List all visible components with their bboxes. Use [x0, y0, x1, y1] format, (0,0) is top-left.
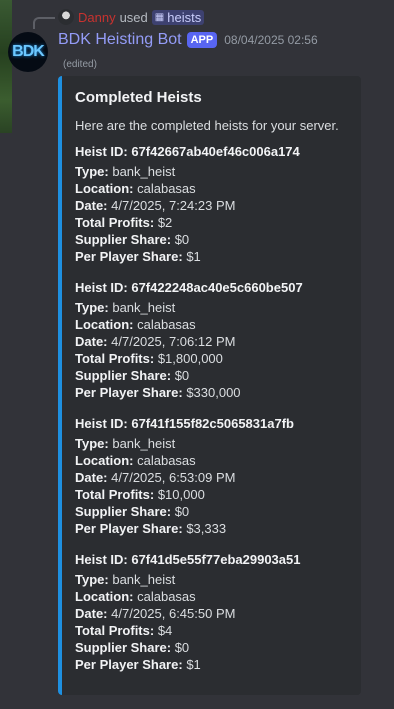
supplier-value: $0	[174, 232, 190, 247]
heist-date: Date: 4/7/2025, 7:24:23 PM	[75, 197, 300, 214]
heist-total-profits: Total Profits: $2	[75, 214, 300, 231]
embed-description: Here are the completed heists for your s…	[75, 118, 339, 133]
type-label: Type:	[75, 164, 109, 179]
total-label: Total Profits:	[75, 351, 155, 366]
replied-username[interactable]: Danny	[78, 10, 116, 25]
heist-date: Date: 4/7/2025, 6:45:50 PM	[75, 605, 300, 622]
supplier-label: Supplier Share:	[75, 504, 172, 519]
embed-title: Completed Heists	[75, 89, 202, 106]
bot-avatar[interactable]: BDK	[8, 32, 48, 72]
per-player-label: Per Player Share:	[75, 521, 183, 536]
heist-supplier-share: Supplier Share: $0	[75, 367, 303, 384]
type-value: bank_heist	[112, 300, 176, 315]
total-value: $1,800,000	[157, 351, 223, 366]
date-value: 4/7/2025, 6:53:09 PM	[111, 470, 236, 485]
location-label: Location:	[75, 181, 134, 196]
heist-type: Type: bank_heist	[75, 299, 303, 316]
command-icon: ▦	[154, 11, 165, 23]
total-label: Total Profits:	[75, 623, 155, 638]
bot-avatar-logo: BDK	[12, 43, 45, 60]
heist-supplier-share: Supplier Share: $0	[75, 503, 294, 520]
supplier-value: $0	[174, 368, 190, 383]
location-value: calabasas	[137, 181, 196, 196]
message-timestamp[interactable]: 08/04/2025 02:56	[224, 33, 317, 47]
location-value: calabasas	[137, 589, 196, 604]
heist-id-heading: Heist ID: 67f42667ab40ef46c006a174	[75, 144, 300, 159]
heist-type: Type: bank_heist	[75, 435, 294, 452]
heist-date: Date: 4/7/2025, 6:53:09 PM	[75, 469, 294, 486]
supplier-label: Supplier Share:	[75, 232, 172, 247]
per-player-value: $3,333	[186, 521, 227, 536]
type-value: bank_heist	[112, 436, 176, 451]
per-player-value: $1	[186, 657, 201, 672]
date-value: 4/7/2025, 7:24:23 PM	[111, 198, 236, 213]
heist-supplier-share: Supplier Share: $0	[75, 639, 300, 656]
command-name: heists	[167, 9, 202, 25]
reply-connector	[33, 17, 55, 29]
heist-id-heading: Heist ID: 67f41f155f82c5065831a7fb	[75, 416, 294, 431]
date-value: 4/7/2025, 6:45:50 PM	[111, 606, 236, 621]
type-label: Type:	[75, 300, 109, 315]
heist-type: Type: bank_heist	[75, 163, 300, 180]
date-value: 4/7/2025, 7:06:12 PM	[111, 334, 236, 349]
heist-per-player-share: Per Player Share: $1	[75, 656, 300, 673]
bot-username[interactable]: BDK Heisting Bot	[58, 31, 182, 49]
slash-command-mention[interactable]: ▦ heists	[151, 9, 205, 25]
heist-per-player-share: Per Player Share: $3,333	[75, 520, 294, 537]
per-player-value: $1	[186, 249, 201, 264]
total-value: $10,000	[157, 487, 205, 502]
type-value: bank_heist	[112, 572, 176, 587]
adjacent-image-edge	[0, 0, 12, 133]
supplier-value: $0	[174, 504, 190, 519]
heist-field: Heist ID: 67f41f155f82c5065831a7fb Type:…	[75, 416, 294, 537]
per-player-value: $330,000	[186, 385, 241, 400]
date-label: Date:	[75, 334, 108, 349]
heist-field: Heist ID: 67f41d5e55f77eba29903a51 Type:…	[75, 552, 300, 673]
edited-label[interactable]: (edited)	[63, 59, 97, 70]
type-label: Type:	[75, 572, 109, 587]
heist-total-profits: Total Profits: $4	[75, 622, 300, 639]
heist-type: Type: bank_heist	[75, 571, 300, 588]
heist-location: Location: calabasas	[75, 452, 294, 469]
heist-per-player-share: Per Player Share: $330,000	[75, 384, 303, 401]
type-value: bank_heist	[112, 164, 176, 179]
heist-field: Heist ID: 67f42667ab40ef46c006a174 Type:…	[75, 144, 300, 265]
date-label: Date:	[75, 606, 108, 621]
heist-location: Location: calabasas	[75, 588, 300, 605]
heist-per-player-share: Per Player Share: $1	[75, 248, 300, 265]
reply-verb: used	[119, 9, 148, 25]
heist-id-heading: Heist ID: 67f41d5e55f77eba29903a51	[75, 552, 301, 567]
supplier-label: Supplier Share:	[75, 368, 172, 383]
type-label: Type:	[75, 436, 109, 451]
message-header: BDK Heisting Bot APP 08/04/2025 02:56	[58, 31, 318, 49]
total-value: $2	[157, 215, 173, 230]
heist-supplier-share: Supplier Share: $0	[75, 231, 300, 248]
date-label: Date:	[75, 470, 108, 485]
per-player-label: Per Player Share:	[75, 385, 183, 400]
heist-total-profits: Total Profits: $1,800,000	[75, 350, 303, 367]
location-value: calabasas	[137, 317, 196, 332]
date-label: Date:	[75, 198, 108, 213]
replied-user-avatar[interactable]	[58, 9, 74, 25]
heist-total-profits: Total Profits: $10,000	[75, 486, 294, 503]
heist-date: Date: 4/7/2025, 7:06:12 PM	[75, 333, 303, 350]
heist-field: Heist ID: 67f422248ac40e5c660be507 Type:…	[75, 280, 303, 401]
heist-location: Location: calabasas	[75, 316, 303, 333]
total-label: Total Profits:	[75, 487, 155, 502]
per-player-label: Per Player Share:	[75, 249, 183, 264]
location-label: Location:	[75, 589, 134, 604]
reply-context[interactable]: Danny used ▦ heists	[58, 8, 205, 26]
location-value: calabasas	[137, 453, 196, 468]
total-value: $4	[157, 623, 173, 638]
location-label: Location:	[75, 453, 134, 468]
heist-location: Location: calabasas	[75, 180, 300, 197]
embed-card: Completed Heists Here are the completed …	[58, 76, 361, 695]
supplier-value: $0	[174, 640, 190, 655]
location-label: Location:	[75, 317, 134, 332]
app-badge: APP	[186, 32, 218, 48]
heist-id-heading: Heist ID: 67f422248ac40e5c660be507	[75, 280, 303, 295]
supplier-label: Supplier Share:	[75, 640, 172, 655]
total-label: Total Profits:	[75, 215, 155, 230]
per-player-label: Per Player Share:	[75, 657, 183, 672]
